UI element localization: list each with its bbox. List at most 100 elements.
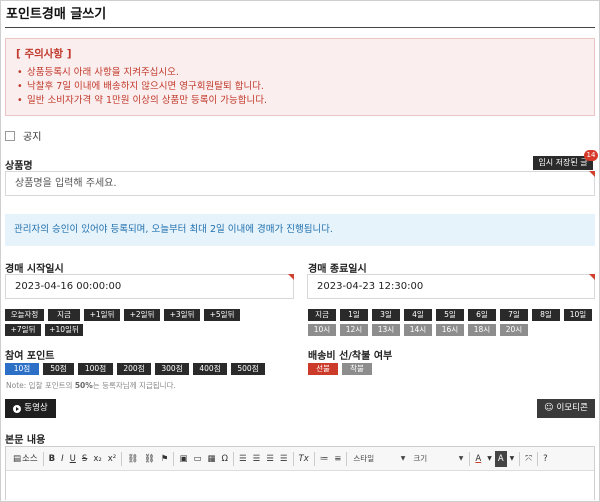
notice-item: 낙찰후 7일 이내에 배송하지 않으시면 영구회원탈퇴 합니다.	[16, 80, 584, 94]
shipping-option-selected[interactable]: 선불	[308, 363, 338, 375]
toolbar-separator	[537, 451, 539, 466]
product-name-label: 상품명	[5, 161, 33, 172]
end-hour-button[interactable]: 13시	[372, 324, 400, 336]
points-option[interactable]: 300점	[155, 363, 189, 375]
points-note: Note: 입찰 포인트의 50%는 등록자님께 지급됩니다.	[6, 381, 176, 390]
toolbar-separator	[42, 451, 44, 466]
end-day-button[interactable]: 1일	[340, 309, 368, 321]
points-option[interactable]: 100점	[78, 363, 113, 375]
start-quick-buttons: 오늘자정 지금 +1일뒤 +2일뒤 +3일뒤 +5일뒤 +7일뒤 +10일뒤	[5, 309, 275, 336]
notice-box: [ 주의사항 ] 상품등록시 아래 사항을 지켜주십시오. 낙찰후 7일 이내에…	[5, 38, 595, 116]
align-right-icon[interactable]: ☰	[263, 451, 277, 467]
notice-title: [ 주의사항 ]	[16, 48, 72, 60]
product-name-placeholder: 상품명을 입력해 주세요.	[15, 178, 117, 189]
end-day-button[interactable]: 5일	[436, 309, 464, 321]
end-day-button[interactable]: 10일	[564, 309, 592, 321]
background-color-button[interactable]: A	[494, 450, 507, 467]
shipping-option[interactable]: 착불	[342, 363, 372, 375]
link-icon[interactable]: ⛓	[124, 451, 141, 467]
editor-content-area[interactable]	[6, 471, 594, 500]
end-day-button[interactable]: 6일	[468, 309, 496, 321]
toolbar-separator	[519, 451, 521, 466]
strikethrough-button[interactable]: S	[79, 451, 90, 467]
points-option[interactable]: 400점	[193, 363, 227, 375]
temp-saved-count-badge: 14	[584, 150, 598, 161]
start-quick-button[interactable]: +3일뒤	[164, 309, 200, 321]
title-divider	[5, 27, 595, 28]
approval-info-box: 관리자의 승인이 있어야 등록되며, 오늘부터 최대 2일 이내에 경매가 진행…	[5, 214, 595, 246]
points-option[interactable]: 200점	[117, 363, 151, 375]
toolbar-separator	[292, 451, 294, 466]
start-quick-button[interactable]: +5일뒤	[204, 309, 240, 321]
end-day-button[interactable]: 지금	[308, 309, 336, 321]
align-left-icon[interactable]: ☰	[236, 451, 250, 467]
end-datetime-label: 경매 종료일시	[308, 264, 367, 275]
emoticon-button[interactable]: ☺ 이모티콘	[537, 399, 595, 418]
start-datetime-input[interactable]: 2023-04-16 00:00:00	[5, 274, 294, 299]
special-char-button[interactable]: Ω	[219, 451, 232, 467]
points-option[interactable]: 50점	[43, 363, 74, 375]
bold-button[interactable]: B	[46, 451, 58, 467]
start-datetime-value: 2023-04-16 00:00:00	[15, 281, 122, 292]
toolbar-separator	[121, 451, 123, 466]
toolbar-separator	[469, 451, 471, 466]
video-button[interactable]: 동영상	[5, 399, 56, 418]
points-option-selected[interactable]: 10점	[5, 363, 39, 375]
end-day-button[interactable]: 8일	[532, 309, 560, 321]
start-quick-button[interactable]: +1일뒤	[84, 309, 120, 321]
anchor-icon[interactable]: ⚑	[158, 451, 172, 467]
align-justify-icon[interactable]: ☰	[277, 451, 291, 467]
end-day-button[interactable]: 7일	[500, 309, 528, 321]
toolbar-separator	[233, 451, 235, 466]
points-option[interactable]: 500점	[231, 363, 265, 375]
end-hour-button[interactable]: 16시	[436, 324, 464, 336]
source-button[interactable]: ▤ 소스	[10, 451, 41, 467]
end-day-button[interactable]: 3일	[372, 309, 400, 321]
image-icon[interactable]: ▣	[176, 451, 190, 467]
points-options: 10점 50점 100점 200점 300점 400점 500점	[5, 363, 295, 375]
play-icon	[13, 404, 22, 413]
start-quick-button[interactable]: 지금	[48, 309, 80, 321]
underline-button[interactable]: U	[67, 451, 79, 467]
required-marker	[589, 171, 595, 177]
clear-format-button[interactable]: Tx	[296, 451, 312, 467]
notice-checkbox-label[interactable]: 공지	[23, 128, 41, 143]
end-day-button[interactable]: 4일	[404, 309, 432, 321]
notice-item: 일반 소비자가격 약 1만원 이상의 상품만 등록이 가능합니다.	[16, 94, 584, 108]
flash-icon[interactable]: ▭	[190, 451, 204, 467]
body-content-label: 본문 내용	[5, 435, 46, 446]
align-center-icon[interactable]: ☰	[250, 451, 264, 467]
size-dropdown[interactable]: 크기 ▼	[409, 451, 467, 467]
end-hour-button[interactable]: 18시	[468, 324, 496, 336]
start-quick-button[interactable]: 오늘자정	[5, 309, 44, 321]
table-icon[interactable]: ▦	[205, 451, 219, 467]
subscript-button[interactable]: x₂	[90, 451, 104, 467]
shipping-label: 배송비 선/착불 여부	[308, 351, 393, 362]
end-hour-button[interactable]: 20시	[500, 324, 528, 336]
end-hour-button[interactable]: 12시	[340, 324, 368, 336]
superscript-button[interactable]: x²	[105, 451, 119, 467]
start-datetime-label: 경매 시작일시	[5, 264, 64, 275]
end-hour-button[interactable]: 14시	[404, 324, 432, 336]
help-button[interactable]: ?	[540, 451, 551, 467]
italic-button[interactable]: I	[58, 451, 67, 467]
bulleted-list-icon[interactable]: ≡	[331, 451, 344, 467]
style-dropdown[interactable]: 스타일 ▼	[349, 451, 409, 467]
notice-checkbox[interactable]	[5, 130, 15, 141]
font-color-button[interactable]: A	[472, 451, 484, 467]
end-quick-buttons: 지금 1일 3일 4일 5일 6일 7일 8일 10일 10시 12시 13시 …	[308, 309, 598, 336]
numbered-list-icon[interactable]: ≔	[317, 451, 332, 467]
maximize-icon[interactable]: ⤧	[522, 451, 535, 467]
page-title: 포인트경매 글쓰기	[6, 7, 107, 22]
end-datetime-input[interactable]: 2023-04-23 12:30:00	[307, 274, 595, 299]
end-hour-button[interactable]: 10시	[308, 324, 336, 336]
start-quick-button[interactable]: +2일뒤	[124, 309, 160, 321]
rich-text-editor: ▤ 소스 B I U S x₂ x² ⛓ ⛓ ⚑ ▣ ▭ ▦ Ω ☰ ☰ ☰ ☰ …	[5, 446, 595, 500]
start-quick-button[interactable]: +10일뒤	[45, 324, 83, 336]
unlink-icon[interactable]: ⛓	[141, 451, 158, 467]
toolbar-separator	[346, 451, 348, 466]
chevron-down-icon[interactable]: ▼	[507, 451, 518, 467]
start-quick-button[interactable]: +7일뒤	[5, 324, 41, 336]
product-name-input[interactable]: 상품명을 입력해 주세요.	[5, 171, 595, 196]
chevron-down-icon[interactable]: ▼	[484, 451, 495, 467]
